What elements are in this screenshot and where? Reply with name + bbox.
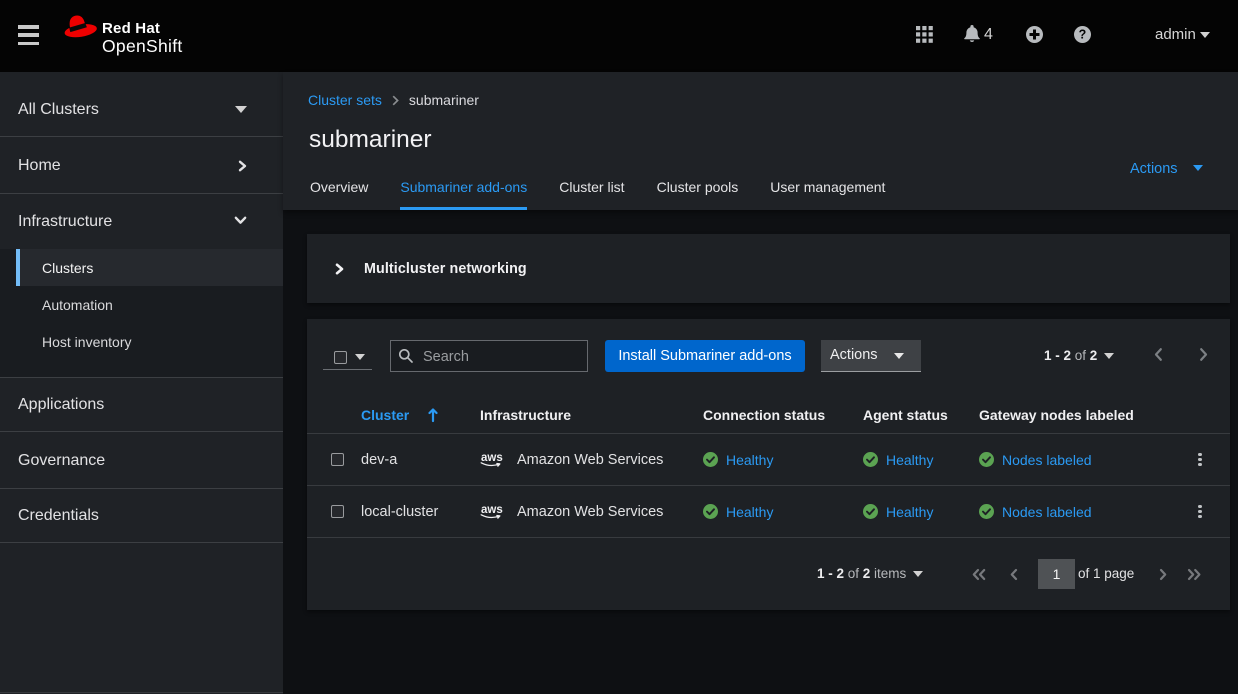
svg-text:?: ? — [1079, 28, 1087, 42]
svg-text:aws: aws — [481, 452, 503, 464]
svg-text:aws: aws — [481, 504, 503, 516]
